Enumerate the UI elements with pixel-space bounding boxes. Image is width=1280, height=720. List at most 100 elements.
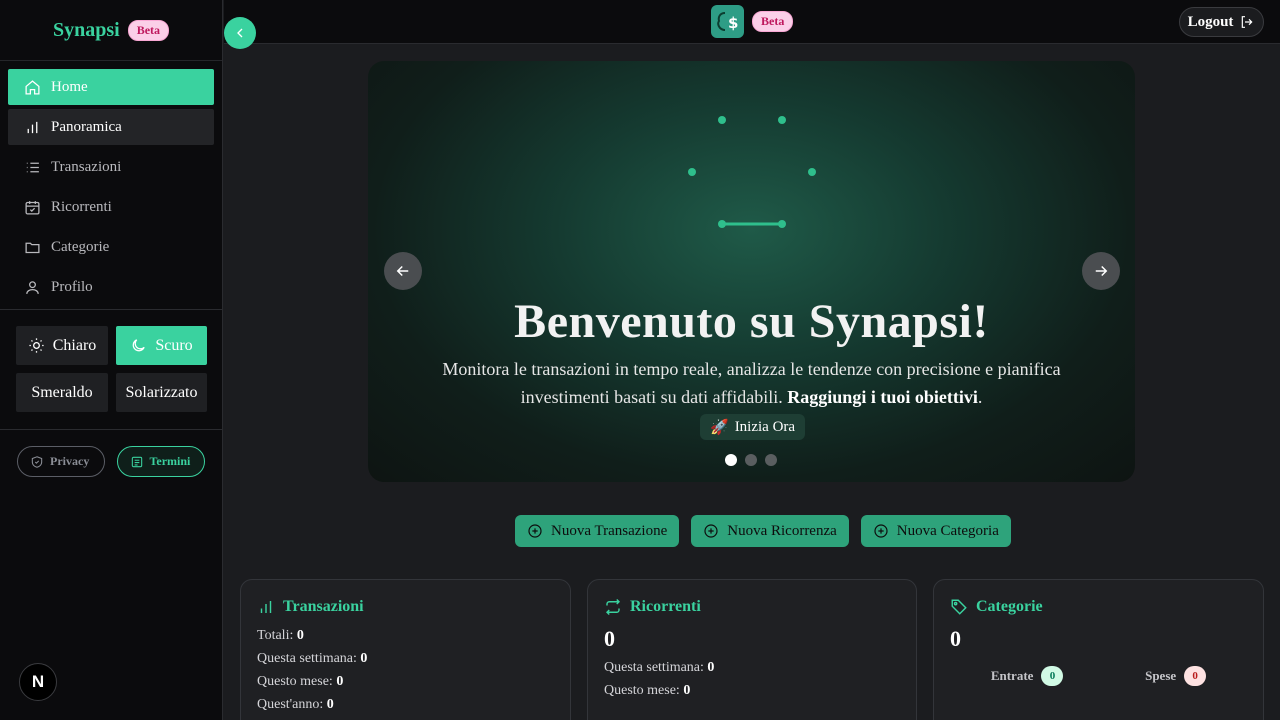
new-recurring-button[interactable]: Nuova Ricorrenza [691,515,849,547]
stat-value: 0 [683,683,691,698]
theme-label: Chiaro [52,336,97,354]
start-now-button[interactable]: 🚀 Inizia Ora [700,414,806,440]
card-title: Transazioni [283,598,364,615]
recurring-total: 0 [604,626,615,651]
sidebar: Synapsi Beta Home Panoramica Transazioni… [0,0,223,720]
topbar: $ Beta Logout [224,0,1280,44]
hero-title: Benvenuto su Synapsi! [514,295,989,348]
expense-count-badge: 0 [1184,666,1207,686]
privacy-label: Privacy [50,454,90,468]
svg-text:$: $ [728,14,738,32]
carousel-next-button[interactable] [1082,252,1120,290]
bar-chart-icon [260,601,272,613]
stat-label: Questo mese: [604,683,680,698]
theme-dark-button[interactable]: Scuro [116,326,207,365]
quick-actions: Nuova Transazione Nuova Ricorrenza Nuova… [515,515,1011,547]
repeat-icon [605,598,621,616]
stat-row: Quest'anno: 0 [257,697,554,713]
card-header: Ricorrenti [604,598,900,616]
sidebar-item-label: Ricorrenti [51,198,112,215]
sidebar-item-label: Profilo [51,278,93,295]
theme-switcher: Chiaro Scuro Smeraldo Solarizzato [0,310,222,429]
carousel-prev-button[interactable] [384,252,422,290]
sidebar-item-categorie[interactable]: Categorie [8,229,214,265]
collapse-sidebar-button[interactable] [224,17,256,49]
calendar-check-icon [25,200,40,215]
stat-label: Questo mese: [257,674,333,689]
stat-label: Totali: [257,628,294,643]
card-header: Categorie [950,598,1247,616]
scroll-icon [131,456,142,467]
sidebar-item-home[interactable]: Home [8,69,214,105]
action-label: Nuova Categoria [896,522,999,539]
carousel-dot[interactable] [765,454,777,466]
action-label: Nuova Transazione [551,522,668,539]
card-title: Ricorrenti [630,598,701,615]
stat-label: Questa settimana: [257,651,357,666]
new-category-button[interactable]: Nuova Categoria [860,515,1011,547]
brand[interactable]: Synapsi Beta [0,0,222,61]
theme-emerald-button[interactable]: Smeraldo [16,373,108,412]
stat-value: 0 [707,660,715,675]
legal-links: Privacy Termini [0,430,222,493]
recurring-card[interactable]: Ricorrenti 0 Questa settimana: 0 Questo … [587,579,917,720]
logo-icon: $ [711,5,744,38]
card-title: Categorie [976,598,1043,615]
start-now-label: Inizia Ora [734,418,796,435]
carousel-dot[interactable] [725,454,737,466]
theme-solarized-button[interactable]: Solarizzato [116,373,207,412]
expense-label: Spese [1145,668,1177,683]
category-breakdown: Entrate 0 Spese 0 [950,666,1247,686]
theme-light-button[interactable]: Chiaro [16,326,108,365]
expense-stat: Spese 0 [1145,666,1207,686]
top-logo[interactable]: $ Beta [711,5,794,38]
sidebar-item-label: Home [51,78,88,95]
moon-icon [133,339,146,352]
income-stat: Entrate 0 [991,666,1064,686]
carousel-indicators [725,454,777,466]
plus-circle-icon [528,524,542,538]
stat-row: Questo mese: 0 [604,683,900,699]
privacy-button[interactable]: Privacy [17,446,105,477]
terms-button[interactable]: Termini [116,446,205,477]
categories-total: 0 [950,626,961,651]
sidebar-item-label: Transazioni [51,158,122,175]
sidebar-item-transazioni[interactable]: Transazioni [8,149,214,185]
stat-row: Questa settimana: 0 [257,651,554,667]
hero-subtitle-end: . [977,387,983,407]
carousel-dot[interactable] [745,454,757,466]
beta-badge: Beta [752,11,794,32]
sidebar-nav: Home Panoramica Transazioni Ricorrenti C… [0,61,222,305]
sidebar-item-label: Panoramica [51,118,122,135]
stat-value: 0 [336,674,344,689]
arrow-left-icon [396,265,409,277]
beta-badge: Beta [127,19,170,41]
stat-value: 0 [296,628,304,643]
hero-carousel: Benvenuto su Synapsi! Monitora le transa… [368,61,1135,482]
categories-card[interactable]: Categorie 0 Entrate 0 Spese 0 [933,579,1264,720]
theme-label: Solarizzato [125,383,198,401]
home-icon [25,79,40,95]
user-icon [26,280,39,294]
transactions-card[interactable]: Transazioni Totali: 0 Questa settimana: … [240,579,571,720]
income-count-badge: 0 [1041,666,1064,686]
nextjs-badge[interactable]: N [19,663,57,701]
logout-icon [1242,16,1253,28]
stat-row: Questo mese: 0 [257,674,554,690]
sidebar-item-profilo[interactable]: Profilo [8,269,214,305]
theme-label: Smeraldo [31,383,93,401]
theme-label: Scuro [155,336,193,354]
sidebar-item-panoramica[interactable]: Panoramica [8,109,214,145]
sun-icon [29,338,44,353]
logout-button[interactable]: Logout [1179,7,1264,37]
tag-icon [951,599,967,615]
arrow-right-icon [1095,265,1108,277]
plus-circle-icon [874,524,888,538]
new-transaction-button[interactable]: Nuova Transazione [515,515,680,547]
stat-value: 0 [326,697,334,712]
plus-circle-icon [704,524,718,538]
shield-check-icon [31,455,43,468]
hero-subtitle-bold: Raggiungi i tuoi obiettivi [787,387,978,407]
folder-icon [25,242,40,253]
sidebar-item-ricorrenti[interactable]: Ricorrenti [8,189,214,225]
